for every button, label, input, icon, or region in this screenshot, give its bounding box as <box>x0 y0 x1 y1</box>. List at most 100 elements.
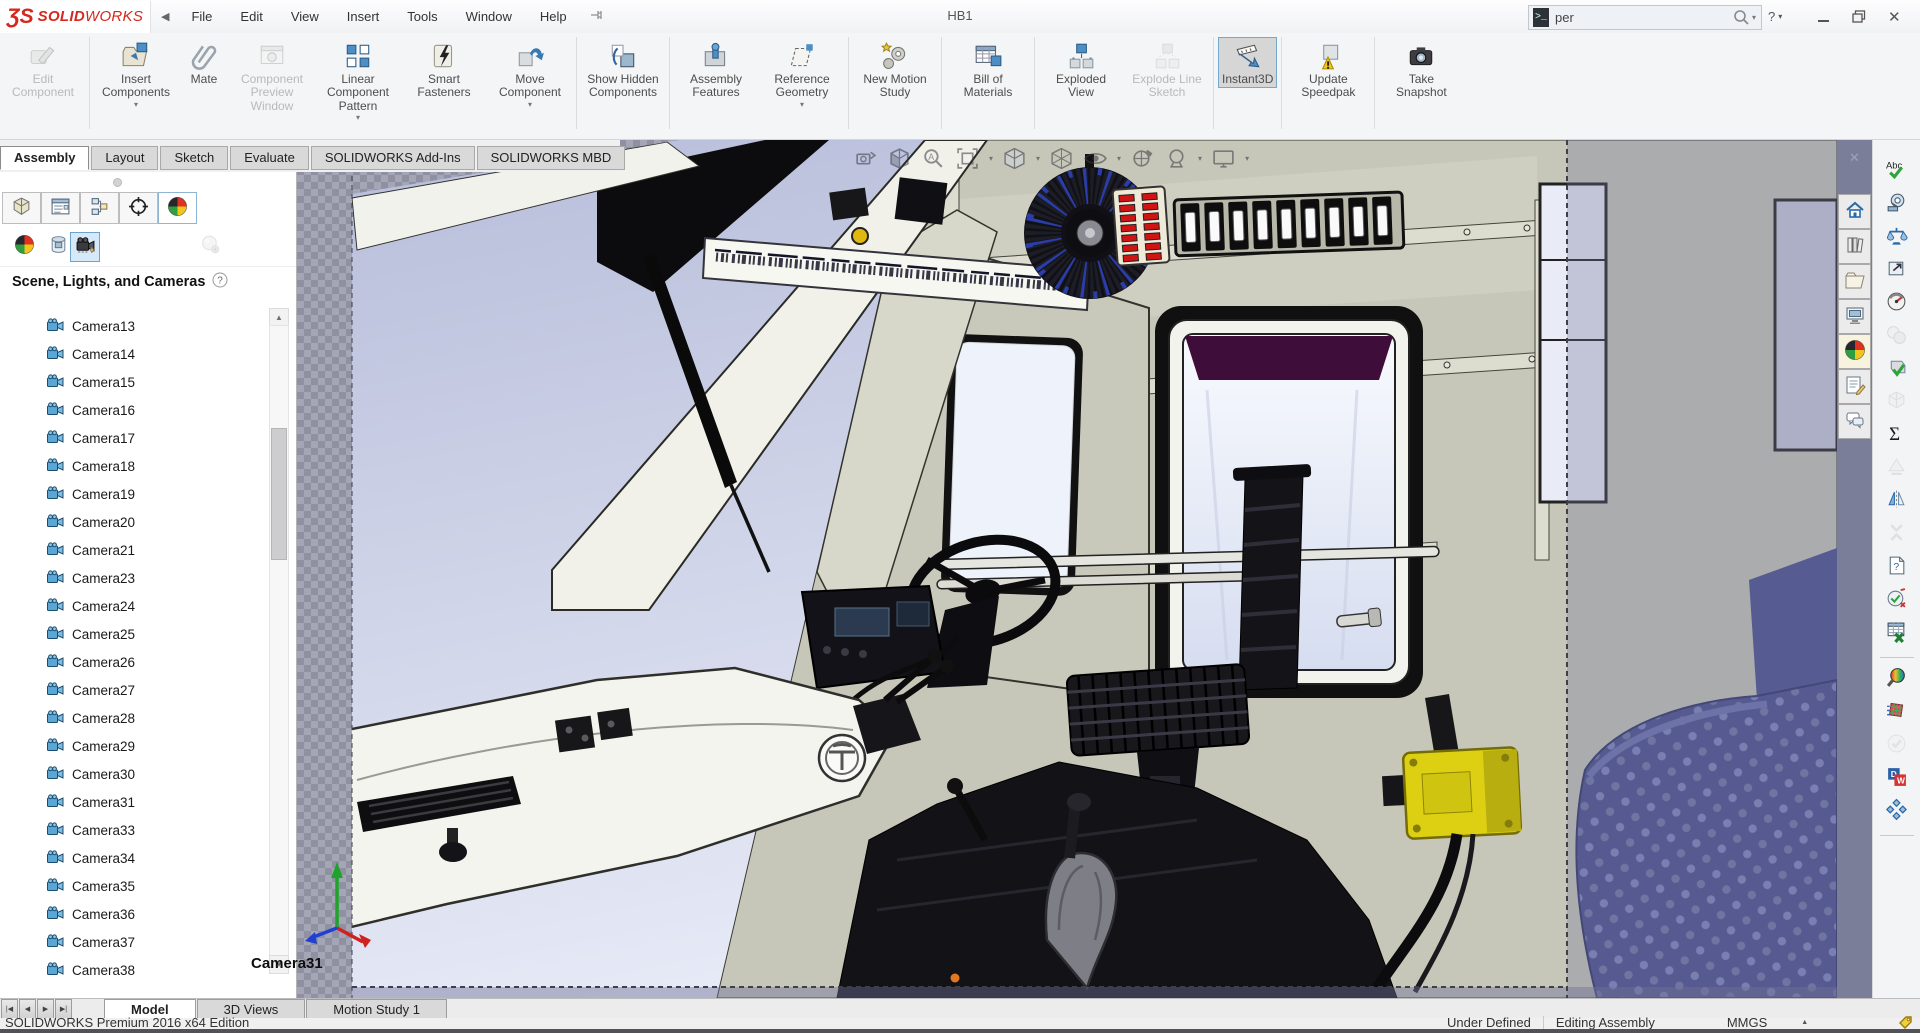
camera-item-camera20[interactable]: Camera20 <box>0 508 270 536</box>
tool-mirror-components[interactable] <box>1882 486 1912 516</box>
tool-driveworks[interactable]: DW <box>1882 763 1912 793</box>
camera-item-camera16[interactable]: Camera16 <box>0 396 270 424</box>
camera-item-camera25[interactable]: Camera25 <box>0 620 270 648</box>
manager-tab-property-manager[interactable] <box>41 192 80 224</box>
camera-item-camera15[interactable]: Camera15 <box>0 368 270 396</box>
camera-item-camera13[interactable]: Camera13 <box>0 312 270 340</box>
units-caret-icon[interactable]: ▲ <box>1801 1019 1808 1026</box>
dropdown-caret-icon[interactable]: ▾ <box>528 100 532 109</box>
hud-edit-appearance-icon[interactable] <box>1130 146 1155 171</box>
ribbon-button-bill-of-materials[interactable]: Bill of Materials <box>946 37 1030 102</box>
tab-evaluate[interactable]: Evaluate <box>230 146 309 170</box>
graphics-viewport[interactable]: A ▾ ▾ ▾ ▾ ▾ <box>297 140 1837 998</box>
camera-item-camera27[interactable]: Camera27 <box>0 676 270 704</box>
menu-tools[interactable]: Tools <box>395 5 449 28</box>
tool-section-properties[interactable] <box>1882 255 1912 285</box>
menu-window[interactable]: Window <box>454 5 524 28</box>
tab-layout[interactable]: Layout <box>91 146 159 170</box>
camera-item-camera34[interactable]: Camera34 <box>0 844 270 872</box>
ribbon-button-update-speedpak[interactable]: Update Speedpak <box>1286 37 1370 102</box>
task-pane-tab-design-library[interactable] <box>1838 229 1871 264</box>
red-switch-panel[interactable] <box>1111 185 1171 267</box>
help-caret-icon[interactable]: ▾ <box>1778 12 1782 21</box>
tool-mass-properties[interactable] <box>1882 222 1912 252</box>
camera-item-camera26[interactable]: Camera26 <box>0 648 270 676</box>
tool-design-binder[interactable]: ? <box>1882 552 1912 582</box>
tool-check-entity[interactable] <box>1882 354 1912 384</box>
hud-dropdown-caret[interactable]: ▾ <box>1117 154 1121 163</box>
pin-menu-icon[interactable] <box>589 8 603 25</box>
tab-sketch[interactable]: Sketch <box>160 146 229 170</box>
camera-item-camera17[interactable]: Camera17 <box>0 424 270 452</box>
hud-zoom-area-icon[interactable]: A <box>921 146 946 171</box>
ribbon-button-instant3d[interactable]: Instant3D <box>1218 37 1278 89</box>
task-pane-tab-appearances[interactable] <box>1838 334 1871 369</box>
menu-view[interactable]: View <box>279 5 331 28</box>
task-pane-tab-custom-properties[interactable] <box>1838 369 1871 404</box>
display-tool-appearances[interactable] <box>10 232 38 260</box>
close-button[interactable]: ✕ <box>1888 0 1901 33</box>
manager-tab-configuration-manager[interactable] <box>80 192 119 224</box>
minimize-button[interactable] <box>1818 0 1829 33</box>
ribbon-button-take-snapshot[interactable]: Take Snapshot <box>1379 37 1463 102</box>
ribbon-button-new-motion-study[interactable]: New Motion Study <box>853 37 937 102</box>
camera-item-camera24[interactable]: Camera24 <box>0 592 270 620</box>
menu-insert[interactable]: Insert <box>335 5 392 28</box>
hud-dropdown-caret[interactable]: ▾ <box>989 154 993 163</box>
camera-item-camera35[interactable]: Camera35 <box>0 872 270 900</box>
camera-item-camera29[interactable]: Camera29 <box>0 732 270 760</box>
hud-dropdown-caret[interactable]: ▾ <box>1198 154 1202 163</box>
camera-item-camera23[interactable]: Camera23 <box>0 564 270 592</box>
scrollbar-track[interactable] <box>269 325 289 957</box>
toggle-switch-panel[interactable] <box>1172 190 1406 258</box>
tab-solidworks-add-ins[interactable]: SOLIDWORKS Add-Ins <box>310 146 475 170</box>
ribbon-button-show-hidden-components[interactable]: Show Hidden Components <box>581 37 665 102</box>
manager-tab-feature-manager[interactable] <box>2 192 41 224</box>
search-icon[interactable]: ▾ <box>1733 9 1761 26</box>
tool-spell-checker[interactable]: Abc <box>1882 156 1912 186</box>
tab-assembly[interactable]: Assembly <box>0 146 90 170</box>
hud-display-style-icon[interactable] <box>1049 146 1074 171</box>
hud-zoom-fit-icon[interactable] <box>955 146 980 171</box>
tool-performance-evaluation[interactable] <box>1882 288 1912 318</box>
ribbon-button-insert-components[interactable]: Insert Components ▾ <box>94 37 178 111</box>
hud-view-orientation-icon[interactable] <box>1002 146 1027 171</box>
hud-dropdown-caret[interactable]: ▾ <box>1036 154 1040 163</box>
tool-measure[interactable] <box>1882 189 1912 219</box>
camera-item-camera19[interactable]: Camera19 <box>0 480 270 508</box>
display-tool-scene-lights-cameras[interactable] <box>70 232 100 262</box>
camera-item-camera36[interactable]: Camera36 <box>0 900 270 928</box>
menu-file[interactable]: File <box>179 5 224 28</box>
cab-interior-scene[interactable] <box>297 140 1837 998</box>
task-pane-tab-file-explorer[interactable] <box>1838 264 1871 299</box>
ribbon-button-linear-component-pattern[interactable]: Linear Component Pattern ▾ <box>316 37 400 124</box>
display-tool-decals[interactable] <box>44 232 72 260</box>
camera-item-camera21[interactable]: Camera21 <box>0 536 270 564</box>
camera-item-camera14[interactable]: Camera14 <box>0 340 270 368</box>
doc-tab-motion-study-1[interactable]: Motion Study 1 <box>306 999 447 1019</box>
help-button[interactable]: ? ▾ <box>1768 0 1782 33</box>
dropdown-caret-icon[interactable]: ▾ <box>800 100 804 109</box>
tool-equations[interactable]: Σ <box>1882 420 1912 450</box>
menu-help[interactable]: Help <box>528 5 579 28</box>
task-pane-tab-view-palette[interactable] <box>1838 299 1871 334</box>
hud-view-settings-icon[interactable] <box>1211 146 1236 171</box>
tool-simulation[interactable] <box>1882 697 1912 727</box>
task-pane-tab-forum[interactable] <box>1838 404 1871 439</box>
tab-solidworks-mbd[interactable]: SOLIDWORKS MBD <box>476 146 626 170</box>
task-pane-tab-home[interactable] <box>1838 194 1871 229</box>
menu-edit[interactable]: Edit <box>228 5 274 28</box>
camera-item-camera38[interactable]: Camera38 <box>0 956 270 984</box>
ribbon-button-mate[interactable]: Mate <box>180 37 228 88</box>
restore-button[interactable] <box>1852 0 1866 33</box>
tool-export-excel[interactable] <box>1882 618 1912 648</box>
ribbon-button-reference-geometry[interactable]: Reference Geometry ▾ <box>760 37 844 111</box>
tool-rendering[interactable] <box>1882 664 1912 694</box>
scrollbar-thumb[interactable] <box>271 428 287 560</box>
dropdown-caret-icon[interactable]: ▾ <box>356 114 360 122</box>
panel-help-icon[interactable]: ? <box>212 272 228 288</box>
outside-frame-right[interactable] <box>1538 140 1837 998</box>
search-box[interactable]: >_ ▾ <box>1528 5 1762 30</box>
menu-collapse-icon[interactable]: ◀ <box>151 10 179 23</box>
camera-item-camera28[interactable]: Camera28 <box>0 704 270 732</box>
